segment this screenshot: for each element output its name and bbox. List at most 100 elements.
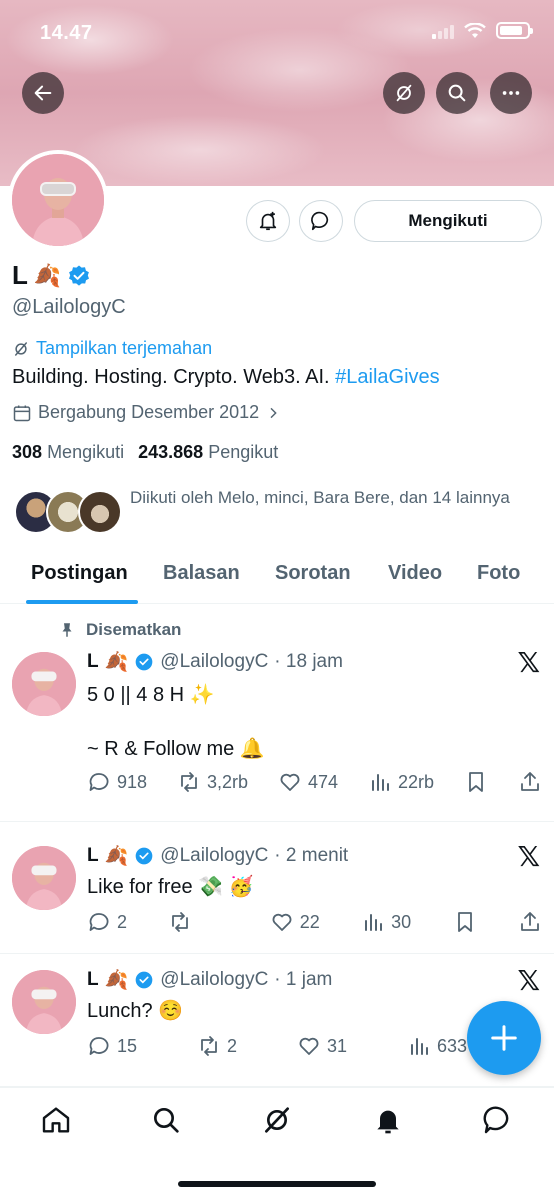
repost-button[interactable]: 3,2rb	[177, 770, 248, 794]
heart-icon	[280, 773, 300, 791]
repost-button[interactable]: 2	[197, 1034, 237, 1058]
grok-icon	[15, 341, 27, 356]
grok-button[interactable]	[383, 72, 425, 114]
post-header: L 🍂 @LailologyC · 1 jam	[87, 968, 332, 992]
views-chart-icon	[365, 914, 383, 931]
follower-avatar	[78, 490, 122, 534]
nav-home[interactable]	[40, 1104, 72, 1136]
nav-notifications[interactable]	[372, 1104, 404, 1136]
joined-label: Bergabung Desember 2012	[38, 402, 260, 422]
reply-button[interactable]: 2	[87, 910, 127, 934]
bookmark-button[interactable]	[464, 770, 488, 794]
tab-replies[interactable]: Balasan	[163, 562, 240, 585]
post-actions: 918 3,2rb 474 22rb	[87, 770, 542, 794]
leaf-emoji: 🍂	[104, 652, 129, 673]
post-time: · 1 jam	[274, 969, 333, 990]
reply-button[interactable]: 918	[87, 770, 147, 794]
bookmark-button[interactable]	[453, 910, 477, 934]
bookmark-icon	[469, 772, 483, 792]
post-item[interactable]: L 🍂 @LailologyC · 2 menit 𝕏 Like for fre…	[0, 822, 554, 954]
post-author-name[interactable]: L	[87, 845, 99, 867]
status-bar: 14.47	[0, 0, 554, 60]
post-author-handle: @LailologyC	[160, 969, 269, 990]
post-item[interactable]: L 🍂 @LailologyC · 18 jam 𝕏 5 0 || 4 8 H …	[0, 604, 554, 822]
followed-by-text[interactable]: Diikuti oleh Melo, minci, Bara Bere, dan…	[130, 484, 530, 511]
bio-hashtag[interactable]: #LailaGives	[335, 366, 440, 388]
reply-icon	[89, 913, 109, 931]
profile-handle: @LailologyC	[12, 296, 126, 318]
more-icon	[502, 91, 520, 95]
nav-messages[interactable]	[482, 1104, 514, 1136]
tab-posts[interactable]: Postingan	[31, 562, 128, 585]
signal-icon	[432, 23, 454, 39]
followers-stat[interactable]: 243.868 Pengikut	[138, 442, 278, 463]
back-button[interactable]	[22, 72, 64, 114]
x-logo-icon: 𝕏	[517, 965, 540, 996]
post-author-handle: @LailologyC	[160, 845, 269, 866]
following-stat[interactable]: 308 Mengikuti	[12, 442, 124, 463]
post-author-name[interactable]: L	[87, 969, 99, 991]
post-time: · 2 menit	[274, 845, 349, 866]
post-avatar[interactable]	[12, 652, 76, 716]
compose-button[interactable]	[467, 1001, 541, 1075]
profile-avatar[interactable]	[8, 150, 108, 250]
chat-bubble-icon	[311, 211, 329, 231]
views-button[interactable]: 30	[361, 910, 411, 934]
post-avatar[interactable]	[12, 970, 76, 1034]
profile-name-row: L 🍂	[12, 260, 91, 291]
post-text: ~ R & Follow me 🔔	[87, 738, 265, 760]
repost-button[interactable]	[168, 910, 228, 934]
post-text: Like for free 💸 🥳	[87, 876, 254, 898]
like-button[interactable]: 31	[297, 1034, 347, 1058]
notify-button[interactable]	[246, 200, 290, 242]
heart-icon	[299, 1037, 319, 1055]
verified-badge-icon	[135, 847, 153, 865]
avatar-image	[12, 154, 104, 246]
profile-tabs: Postingan Balasan Sorotan Video Foto	[0, 550, 554, 604]
calendar-icon	[13, 405, 31, 421]
leaf-emoji: 🍂	[104, 846, 129, 867]
views-chart-icon	[372, 774, 390, 791]
translate-label: Tampilkan terjemahan	[36, 338, 213, 358]
views-button[interactable]: 633	[407, 1034, 467, 1058]
share-button[interactable]	[518, 910, 542, 934]
avatar-image	[12, 970, 76, 1034]
post-author-name[interactable]: L	[87, 651, 99, 673]
following-button[interactable]: Mengikuti	[354, 200, 542, 242]
verified-badge-icon	[135, 971, 153, 989]
more-button[interactable]	[490, 72, 532, 114]
tab-video[interactable]: Video	[388, 562, 442, 585]
grok-icon	[265, 1107, 289, 1133]
translate-link[interactable]: Tampilkan terjemahan	[12, 338, 212, 359]
bell-plus-icon	[259, 211, 277, 231]
profile-bio: Building. Hosting. Crypto. Web3. AI. #La…	[12, 366, 440, 389]
message-button[interactable]	[299, 200, 343, 242]
joined-date[interactable]: Bergabung Desember 2012	[12, 402, 281, 423]
repost-icon	[172, 912, 189, 932]
tab-photos[interactable]: Foto	[477, 562, 520, 585]
views-button[interactable]: 22rb	[368, 770, 434, 794]
post-avatar[interactable]	[12, 846, 76, 910]
avatar-image	[12, 846, 76, 910]
chat-bubble-icon	[483, 1106, 509, 1134]
verified-badge-icon	[69, 265, 90, 286]
reply-button[interactable]: 15	[87, 1034, 137, 1058]
like-button[interactable]: 22	[270, 910, 320, 934]
share-button[interactable]	[518, 770, 542, 794]
wifi-icon	[464, 22, 486, 38]
like-button[interactable]: 474	[278, 770, 338, 794]
nav-grok[interactable]	[261, 1104, 293, 1136]
bookmark-icon	[457, 912, 472, 932]
arrow-left-icon	[34, 85, 52, 101]
repost-icon	[181, 772, 197, 792]
followed-by-avatars[interactable]	[14, 490, 124, 536]
post-header: L 🍂 @LailologyC · 2 menit	[87, 844, 348, 868]
grok-icon	[396, 84, 412, 102]
post-text: Lunch? ☺️	[87, 1000, 184, 1022]
search-button[interactable]	[436, 72, 478, 114]
search-icon	[448, 84, 466, 102]
reply-icon	[89, 1037, 109, 1055]
bell-icon	[377, 1110, 399, 1134]
tab-highlights[interactable]: Sorotan	[275, 562, 351, 585]
nav-search[interactable]	[150, 1104, 182, 1136]
